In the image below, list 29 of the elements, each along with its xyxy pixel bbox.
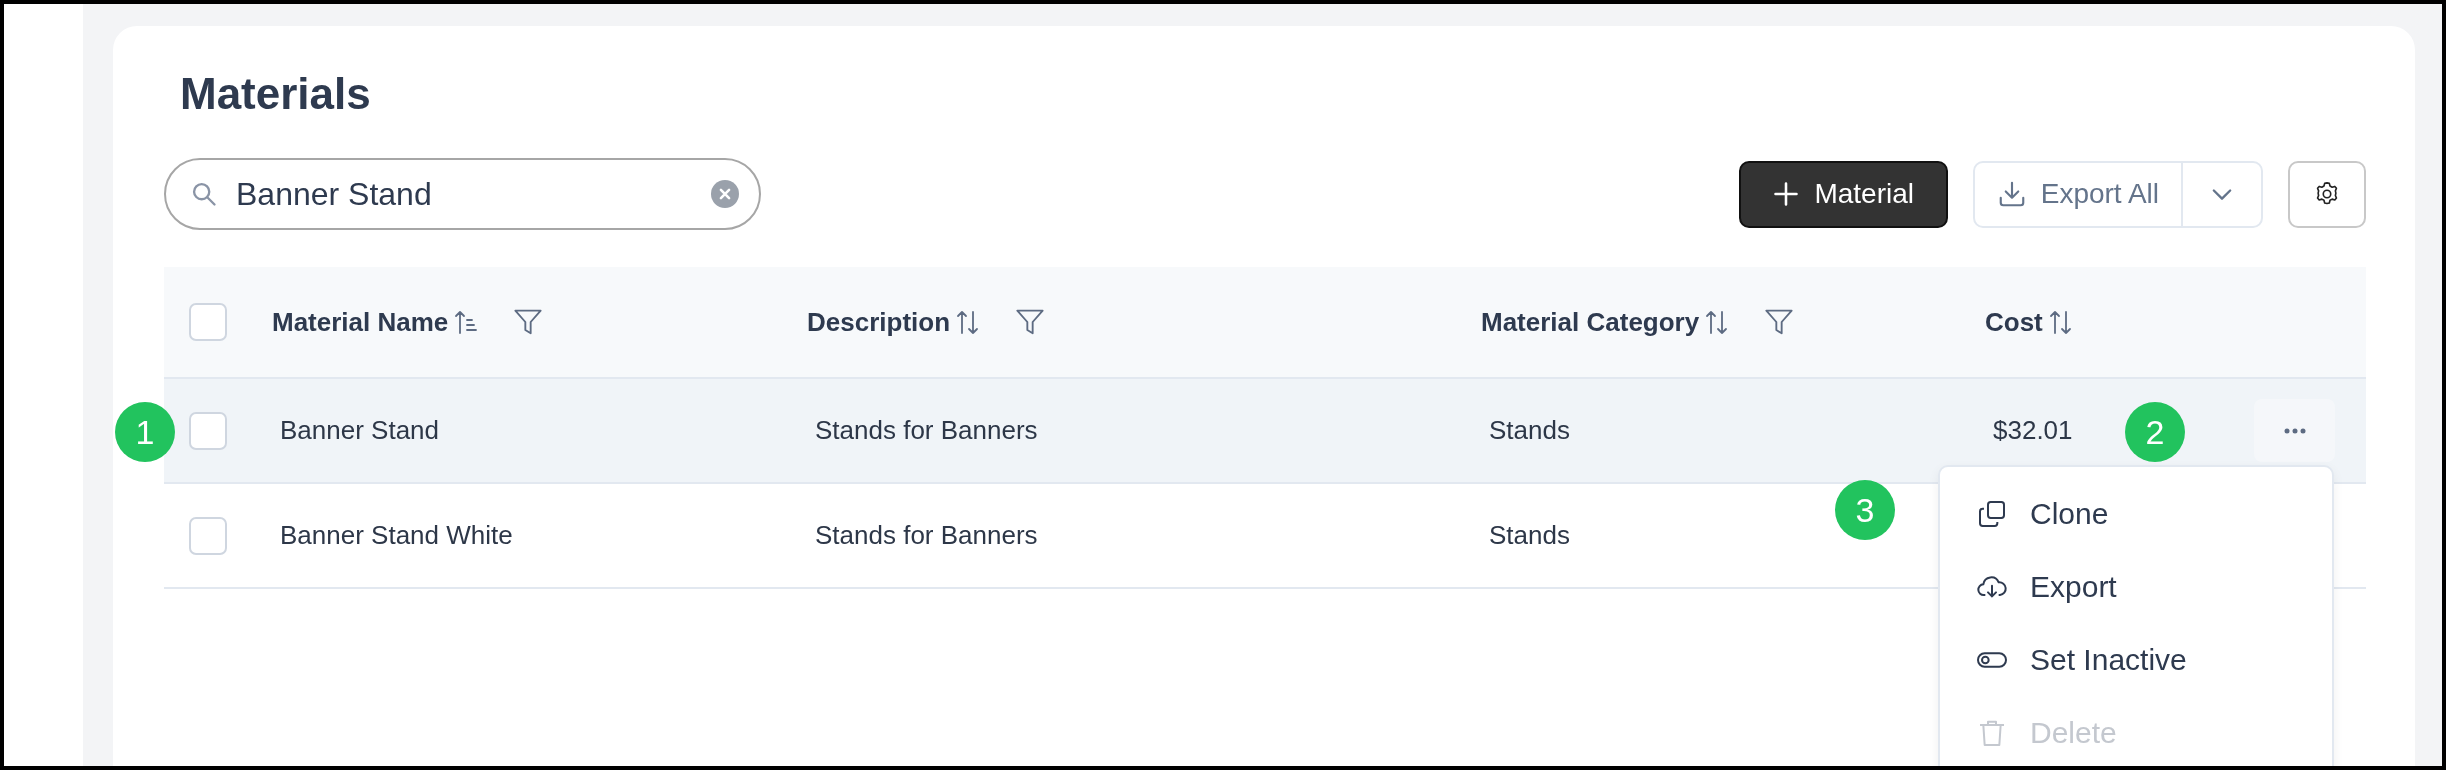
- table-cell: Stands for Banners: [815, 415, 1038, 445]
- search-text[interactable]: Banner Stand: [234, 174, 695, 214]
- checkbox[interactable]: [189, 516, 227, 555]
- sort-icon[interactable]: [956, 309, 981, 335]
- sort-icon[interactable]: [2048, 309, 2073, 335]
- plus-icon: [1772, 180, 1801, 208]
- page-title: Materials: [180, 68, 371, 120]
- more-icon: [2282, 426, 2307, 435]
- checkbox[interactable]: [189, 411, 227, 450]
- table-cell: Stands: [1489, 520, 1570, 550]
- table-cell: $32.01: [1993, 415, 2073, 445]
- sort-icon[interactable]: [1705, 309, 1730, 335]
- settings-button[interactable]: [2288, 160, 2366, 228]
- table-cell: Stands for Banners: [815, 520, 1038, 550]
- clear-icon[interactable]: [711, 180, 739, 208]
- checkbox[interactable]: [189, 303, 227, 341]
- search-icon: [190, 180, 218, 208]
- table-cell: Stands: [1489, 415, 1570, 445]
- sort-ascending-icon[interactable]: [454, 309, 479, 335]
- column-header[interactable]: Description: [807, 306, 951, 338]
- table-cell: Banner Stand: [280, 415, 439, 445]
- add-material-button[interactable]: Material: [1738, 160, 1948, 228]
- search-field[interactable]: Banner Stand: [164, 158, 761, 230]
- column-header[interactable]: Material Category: [1481, 306, 1700, 338]
- step-marker: 1: [115, 402, 175, 462]
- table-cell: Banner Stand White: [280, 520, 513, 550]
- menu-item[interactable]: Set Inactive: [1940, 623, 2332, 696]
- column-header[interactable]: Cost: [1985, 306, 2043, 338]
- column-header[interactable]: Material Name: [272, 306, 449, 338]
